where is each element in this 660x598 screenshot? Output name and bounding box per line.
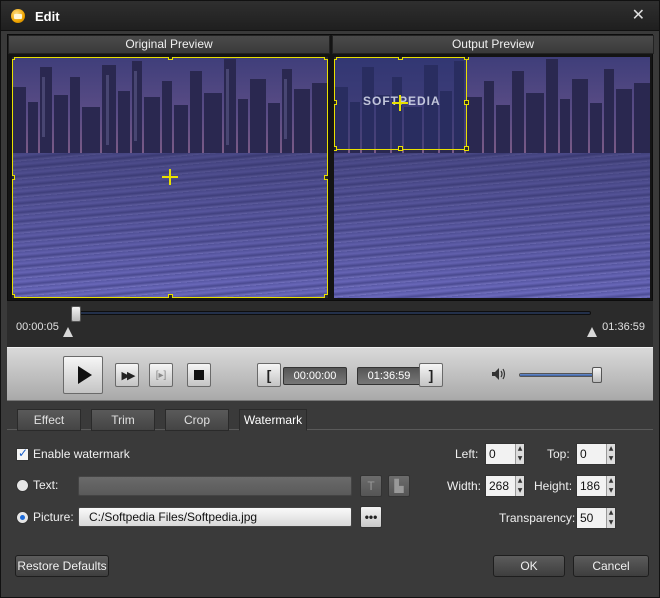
edit-tabs: Effect Trim Crop Watermark [7, 406, 653, 431]
timeline: 00:00:05 01:36:59 [7, 301, 653, 347]
transparency-label: Transparency: [499, 511, 576, 525]
picture-path-input[interactable]: C:/Softpedia Files/Softpedia.jpg [78, 507, 352, 527]
play-button[interactable] [63, 356, 103, 394]
app-icon [11, 9, 25, 23]
left-spinbox[interactable]: 0 ▲ ▼ [485, 443, 525, 465]
set-trim-start-button[interactable]: [ [257, 363, 281, 387]
tab-crop[interactable]: Crop [165, 409, 229, 431]
spin-arrows-icon[interactable]: ▲ ▼ [515, 476, 524, 496]
trim-start-marker[interactable] [63, 327, 73, 337]
top-spinbox[interactable]: 0 ▲ ▼ [576, 443, 616, 465]
ok-button[interactable]: OK [493, 555, 565, 577]
volume-slider[interactable] [519, 373, 599, 377]
tab-watermark[interactable]: Watermark [239, 409, 307, 431]
watermark-crosshair-icon[interactable] [392, 95, 408, 111]
cancel-button[interactable]: Cancel [573, 555, 649, 577]
picture-radio[interactable] [16, 511, 29, 524]
output-preview-video[interactable]: SOFTPEDIA [334, 57, 650, 298]
width-label: Width: [447, 479, 482, 493]
trim-end-marker[interactable] [587, 327, 597, 337]
stop-icon [194, 370, 204, 380]
next-frame-icon: [▸] [155, 369, 167, 381]
trim-end-time: 01:36:59 [357, 367, 421, 385]
next-frame-button[interactable]: [▸] [149, 363, 173, 387]
spin-arrows-icon[interactable]: ▲ ▼ [606, 476, 615, 496]
text-font-button[interactable]: T [360, 475, 382, 497]
window-title: Edit [35, 9, 60, 24]
left-label: Left: [455, 447, 479, 461]
enable-watermark-checkbox[interactable] [16, 446, 29, 461]
seek-thumb[interactable] [71, 306, 82, 322]
tab-trim[interactable]: Trim [91, 409, 155, 431]
text-radio[interactable] [16, 479, 29, 492]
set-trim-end-button[interactable]: ] [419, 363, 443, 387]
enable-watermark-label: Enable watermark [33, 447, 130, 461]
text-label: Text: [33, 478, 59, 492]
play-icon [77, 366, 92, 384]
total-time: 01:36:59 [602, 321, 645, 333]
top-label: Top: [547, 447, 570, 461]
fast-forward-icon: ▶▶ [121, 368, 136, 382]
current-time: 00:00:05 [16, 321, 59, 333]
browse-picture-button[interactable]: ••• [360, 506, 382, 528]
height-spinbox[interactable]: 186 ▲ ▼ [576, 475, 616, 497]
original-preview-video[interactable] [12, 57, 328, 298]
watermark-panel: Enable watermark Text: T ▙ Picture: C:/S… [7, 431, 653, 541]
spin-arrows-icon[interactable]: ▲ ▼ [515, 444, 524, 464]
width-spinbox[interactable]: 268 ▲ ▼ [485, 475, 525, 497]
picture-label: Picture: [33, 510, 74, 524]
height-label: Height: [534, 479, 573, 493]
trim-start-time: 00:00:00 [283, 367, 347, 385]
preview-area: Original Preview Output Preview SOFTPEDI… [7, 34, 654, 301]
text-color-button[interactable]: ▙ [388, 475, 410, 497]
close-icon[interactable]: ✕ [632, 5, 645, 24]
transparency-spinbox[interactable]: 50 ▲ ▼ [576, 507, 616, 529]
tab-effect[interactable]: Effect [17, 409, 81, 431]
edit-window: Edit ✕ Original Preview Output Preview S… [0, 0, 660, 598]
playback-controls: ▶▶ [▸] [ 00:00:00 01:36:59 ] [7, 347, 653, 401]
volume-icon[interactable] [491, 367, 507, 381]
watermark-text-input[interactable] [78, 476, 352, 496]
output-preview-header: Output Preview [332, 35, 654, 54]
spin-arrows-icon[interactable]: ▲ ▼ [606, 508, 615, 528]
spin-arrows-icon[interactable]: ▲ ▼ [606, 444, 615, 464]
fast-forward-button[interactable]: ▶▶ [115, 363, 139, 387]
restore-defaults-button[interactable]: Restore Defaults [15, 555, 109, 577]
stop-button[interactable] [187, 363, 211, 387]
original-preview-header: Original Preview [8, 35, 330, 54]
original-crosshair-icon[interactable] [162, 169, 178, 185]
title-bar: Edit ✕ [1, 1, 659, 31]
seek-track[interactable] [71, 311, 591, 315]
volume-thumb[interactable] [591, 367, 602, 383]
